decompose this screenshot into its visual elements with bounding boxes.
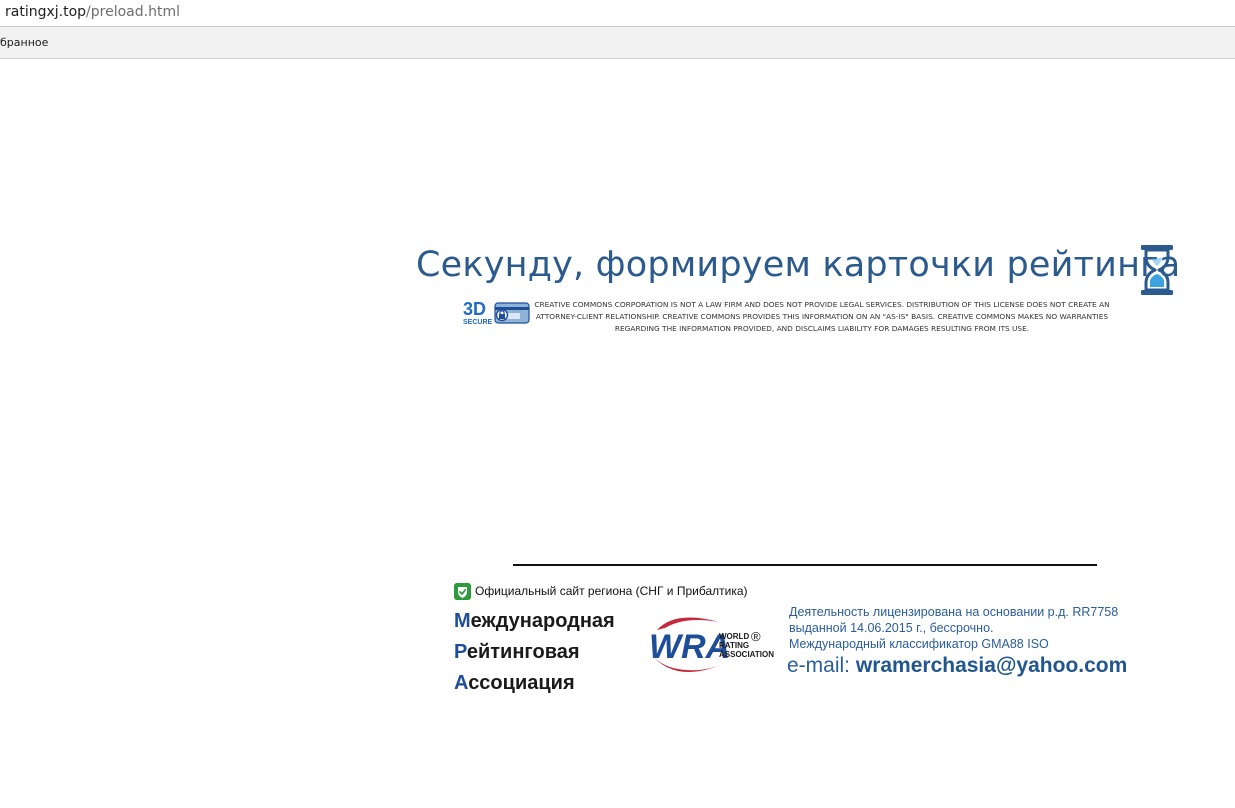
initial-a: А bbox=[454, 672, 469, 694]
license-info: Деятельность лицензирована на основании … bbox=[789, 604, 1118, 652]
license-line-1: Деятельность лицензирована на основании … bbox=[789, 605, 1119, 619]
initial-r: Р bbox=[454, 641, 467, 663]
secure-small-text: SECURE bbox=[463, 319, 493, 326]
bookmarks-folder[interactable]: бранное bbox=[0, 36, 48, 49]
license-line-3: Международный классификатор GMA88 ISO bbox=[789, 637, 1049, 651]
wra-line-3: ASSOCIATION bbox=[719, 650, 774, 659]
wra-registered-mark: ® bbox=[751, 629, 761, 644]
association-line-2: Рейтинговая bbox=[454, 637, 615, 668]
initial-m: М bbox=[454, 610, 471, 632]
license-line-2: выданной 14.06.2015 г., бессрочно. bbox=[789, 621, 994, 635]
wra-logo: WRA WORLD RATING ASSOCIATION ® bbox=[649, 617, 774, 672]
association-line-3: Ассоциация bbox=[454, 668, 615, 699]
secure-big-text: 3D bbox=[463, 299, 486, 319]
line-3-rest: ссоциация bbox=[468, 672, 575, 694]
wra-line-1: WORLD bbox=[719, 632, 749, 641]
email-label: e-mail: bbox=[787, 654, 851, 677]
hourglass-icon bbox=[1141, 245, 1173, 295]
association-line-1: Международная bbox=[454, 606, 615, 637]
wra-line-2: RATING bbox=[719, 641, 749, 650]
url-host: ratingxj.top bbox=[5, 4, 87, 20]
loading-title: Секунду, формируем карточки рейтинга bbox=[416, 245, 1181, 285]
line-2-rest: ейтинговая bbox=[466, 641, 580, 663]
official-site-text: Официальный сайт региона (СНГ и Прибалти… bbox=[475, 584, 748, 598]
email-line: e-mail: wramerchasia@yahoo.com bbox=[787, 654, 1127, 678]
url-text[interactable]: ratingxj.top/preload.html bbox=[5, 4, 180, 20]
3d-secure-logo: 3D SECURE bbox=[463, 299, 530, 326]
url-path: /preload.html bbox=[86, 4, 180, 20]
email-link[interactable]: wramerchasia@yahoo.com bbox=[856, 654, 1127, 677]
shield-check-icon bbox=[454, 583, 471, 600]
disclaimer-text: CREATIVE COMMONS CORPORATION IS NOT A LA… bbox=[534, 300, 1110, 333]
bookmarks-bar: бранное bbox=[0, 27, 1235, 59]
association-name: Международная Рейтинговая Ассоциация bbox=[454, 606, 615, 699]
line-1-rest: еждународная bbox=[470, 610, 615, 632]
address-bar[interactable]: ratingxj.top/preload.html bbox=[0, 0, 1235, 27]
footer-divider bbox=[513, 564, 1097, 566]
